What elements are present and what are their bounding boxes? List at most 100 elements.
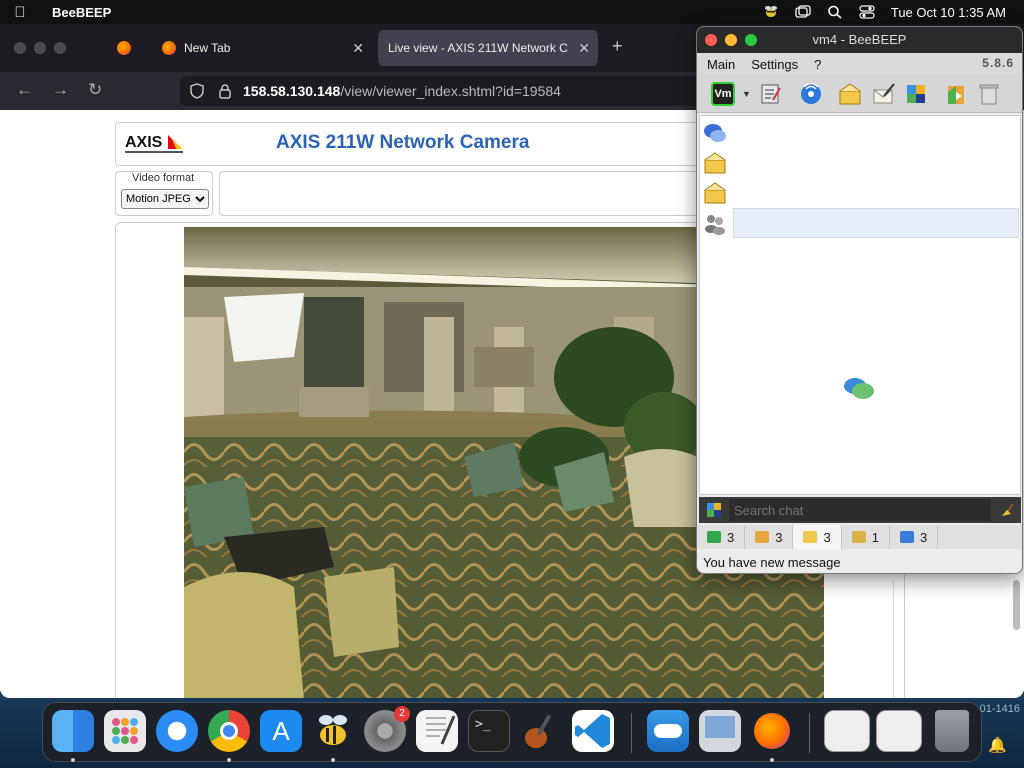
chevron-down-icon[interactable]: ▼ xyxy=(742,89,751,99)
beebeep-app-icon[interactable] xyxy=(312,710,354,752)
profile-edit-icon[interactable] xyxy=(759,82,783,106)
chat-envelope-icon xyxy=(803,531,818,543)
app-menu-name[interactable]: BeeBEEP xyxy=(52,5,111,20)
minimized-window-thumbnail[interactable] xyxy=(876,710,922,752)
tab-count: 3 xyxy=(823,529,831,545)
trash-icon[interactable] xyxy=(977,82,1001,106)
compose-message-icon[interactable] xyxy=(872,82,896,106)
clock-datetime[interactable]: Tue Oct 10 1:35 AM xyxy=(891,5,1006,20)
close-tab-icon[interactable]: ✕ xyxy=(578,40,590,57)
chrome-icon[interactable] xyxy=(208,710,250,752)
apple-menu-icon[interactable]:  xyxy=(0,4,40,21)
tab-count: 3 xyxy=(775,529,783,545)
reload-icon[interactable]: ↻ xyxy=(88,80,102,100)
menu-main[interactable]: Main xyxy=(707,57,735,72)
close-window-button[interactable] xyxy=(705,34,717,46)
tab-groups[interactable]: 1 xyxy=(842,525,890,549)
guitar-body-icon xyxy=(525,714,552,748)
back-arrow-icon[interactable]: ← xyxy=(16,80,33,100)
url-path: /view/viewer_index.shtml?id=19584 xyxy=(340,83,561,99)
close-tab-icon[interactable]: ✕ xyxy=(352,40,364,57)
dock-separator xyxy=(809,713,810,753)
beebeep-status-icon[interactable] xyxy=(763,5,779,19)
pinned-firefox-tab[interactable] xyxy=(117,41,139,60)
tab-users-group[interactable]: 3 xyxy=(745,525,794,549)
tab-count: 3 xyxy=(919,529,928,545)
envelope-open-icon[interactable] xyxy=(703,181,727,205)
version-label: 5.8.6 xyxy=(982,56,1014,70)
tab-count: 3 xyxy=(727,529,735,545)
plugin-puzzle-icon[interactable] xyxy=(706,502,722,518)
vm-status-button[interactable]: Vm xyxy=(711,82,735,106)
page-scrollbar[interactable] xyxy=(1013,580,1020,630)
file-share-icon xyxy=(899,531,914,543)
url-bar[interactable]: 158.58.130.148/view/viewer_index.shtml?i… xyxy=(180,76,700,106)
tab-label: Live view - AXIS 211W Network Cam xyxy=(388,41,568,55)
preview-icon[interactable] xyxy=(699,710,741,752)
tab-chats[interactable]: 3 xyxy=(793,525,842,549)
app-store-icon[interactable]: A xyxy=(260,710,302,752)
window-switch-icon[interactable] xyxy=(795,5,811,19)
tab-count: 1 xyxy=(871,529,879,545)
side-panel xyxy=(893,580,1024,698)
vscode-icon[interactable] xyxy=(572,710,614,752)
minimize-window-button[interactable] xyxy=(725,34,737,46)
envelope-open-icon[interactable] xyxy=(838,82,862,106)
users-online-icon xyxy=(707,531,721,543)
camera-header: AXIS AXIS 211W Network Camera xyxy=(115,122,715,166)
menu-help[interactable]: ? xyxy=(814,57,821,72)
beebeep-tabs: 3 3 3 1 3 xyxy=(697,525,1022,549)
tab-users-online[interactable]: 3 xyxy=(697,525,746,549)
clear-broom-icon[interactable] xyxy=(999,502,1015,518)
guitar-icon[interactable] xyxy=(520,710,562,752)
trash-icon[interactable] xyxy=(935,710,969,752)
plugin-puzzle-icon[interactable] xyxy=(904,82,928,106)
running-indicator xyxy=(770,758,774,762)
group-users-icon[interactable] xyxy=(703,211,727,235)
pen-icon xyxy=(426,715,456,745)
minimized-window-thumbnail[interactable] xyxy=(824,710,870,752)
tab-file-share[interactable]: 3 xyxy=(890,525,939,549)
bell-icon[interactable]: 🔔 xyxy=(988,736,1007,754)
video-format-label: Video format xyxy=(132,172,195,184)
firefox-icon xyxy=(162,41,176,55)
search-chat-input[interactable] xyxy=(729,499,991,521)
launchpad-icon[interactable] xyxy=(104,710,146,752)
zoom-window-button[interactable] xyxy=(54,42,66,54)
close-window-button[interactable] xyxy=(14,42,26,54)
chat-bubbles-icon[interactable] xyxy=(703,121,727,145)
new-tab-button[interactable]: + xyxy=(612,36,623,57)
selected-list-row[interactable] xyxy=(733,208,1019,238)
running-indicator xyxy=(71,758,75,762)
terminal-icon[interactable]: >_ xyxy=(468,710,510,752)
tab-live-view[interactable]: Live view - AXIS 211W Network Cam ✕ xyxy=(378,30,598,66)
share-folder-icon[interactable] xyxy=(944,82,968,106)
shield-icon[interactable] xyxy=(190,83,204,99)
network-broadcast-icon[interactable] xyxy=(799,82,823,106)
minimize-window-button[interactable] xyxy=(34,42,46,54)
lock-icon[interactable] xyxy=(218,83,232,99)
video-format-select[interactable]: Motion JPEG xyxy=(121,189,209,209)
safari-icon[interactable] xyxy=(156,710,198,752)
tab-new-tab[interactable]: New Tab ✕ xyxy=(152,30,372,66)
menu-settings[interactable]: Settings xyxy=(751,57,798,72)
vscode-logo-icon xyxy=(575,714,610,748)
video-format-panel: Video format Motion JPEG xyxy=(115,171,213,216)
textedit-icon[interactable] xyxy=(416,710,458,752)
beebeep-window: vm4 - BeeBEEP Main Settings ? 5.8.6 Vm ▼… xyxy=(696,26,1023,574)
control-center-icon[interactable] xyxy=(859,5,875,19)
search-bar xyxy=(699,497,1021,523)
beebeep-menu: Main Settings ? xyxy=(697,53,1022,75)
zoom-window-button[interactable] xyxy=(745,34,757,46)
system-settings-icon[interactable]: 2 xyxy=(364,706,410,752)
firefox-icon xyxy=(117,41,131,55)
weather-icon[interactable] xyxy=(647,710,689,752)
finder-icon[interactable] xyxy=(52,710,94,752)
envelope-open-icon[interactable] xyxy=(703,151,727,175)
control-panel xyxy=(219,171,719,216)
firefox-dock-icon[interactable] xyxy=(751,710,793,752)
search-icon[interactable] xyxy=(827,5,843,19)
page-title: AXIS 211W Network Camera xyxy=(276,132,530,153)
forward-arrow-icon[interactable]: → xyxy=(52,80,69,100)
users-group-icon xyxy=(755,531,770,543)
